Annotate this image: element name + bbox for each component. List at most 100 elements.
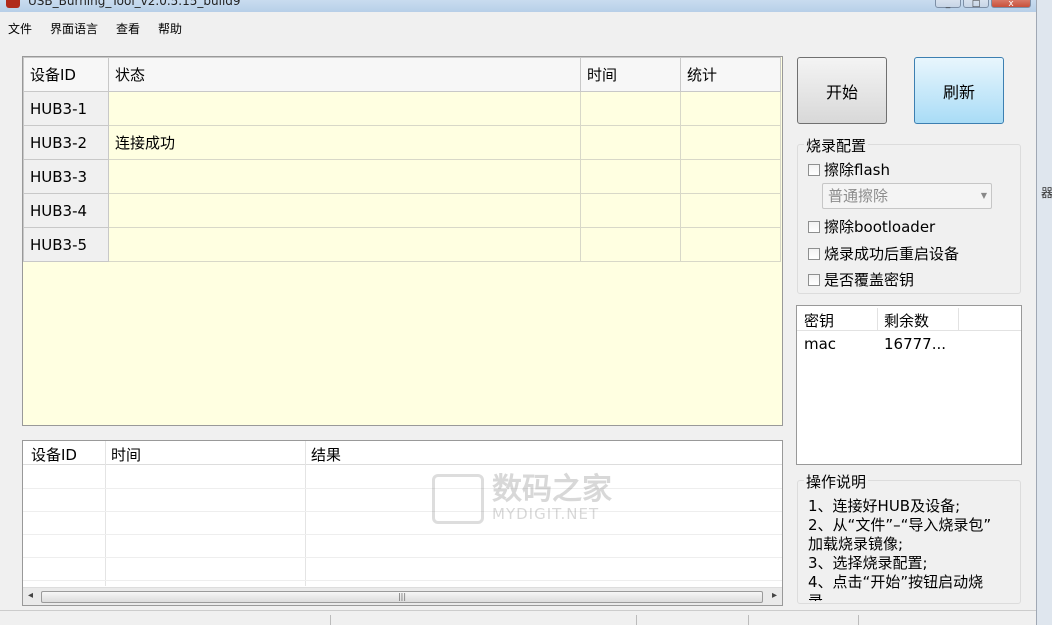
stats-cell bbox=[680, 193, 781, 228]
checkbox-icon bbox=[808, 220, 820, 233]
erase-mode-select[interactable]: 普通擦除 ▼ bbox=[822, 183, 992, 209]
horizontal-scrollbar[interactable]: ◂ ||| ▸ bbox=[23, 587, 782, 605]
stats-cell bbox=[680, 227, 781, 262]
row-divider bbox=[23, 534, 782, 535]
column-time[interactable]: 时间 bbox=[580, 57, 681, 92]
instruction-line: 录 bbox=[808, 592, 824, 601]
stats-cell bbox=[680, 125, 781, 160]
device-grid: 设备ID 状态 时间 统计 HUB3-1 HUB3-2 连接成功 HUB3-3 … bbox=[22, 56, 783, 426]
row-divider bbox=[23, 511, 782, 512]
row-divider bbox=[23, 557, 782, 558]
instruction-line: 2、从“文件”–“导入烧录包” bbox=[808, 516, 992, 534]
instructions-group: 操作说明 1、连接好HUB及设备; 2、从“文件”–“导入烧录包” 加载烧录镜像… bbox=[797, 471, 1021, 604]
column-device-id[interactable]: 设备ID bbox=[31, 444, 77, 465]
column-key[interactable]: 密钥 bbox=[804, 310, 834, 331]
row-divider bbox=[23, 580, 782, 581]
status-divider bbox=[858, 615, 859, 625]
scroll-right-icon[interactable]: ▸ bbox=[772, 590, 777, 601]
reboot-after-label: 烧录成功后重启设备 bbox=[824, 245, 960, 263]
device-id-cell: HUB3-5 bbox=[23, 227, 109, 262]
scroll-left-icon[interactable]: ◂ bbox=[28, 590, 33, 601]
status-cell bbox=[108, 193, 581, 228]
device-row[interactable]: HUB3-4 bbox=[23, 193, 781, 228]
device-row[interactable]: HUB3-1 bbox=[23, 91, 781, 126]
time-cell bbox=[580, 193, 681, 228]
app-icon bbox=[6, 0, 20, 8]
menu-help[interactable]: 帮助 bbox=[156, 18, 184, 39]
status-divider bbox=[636, 615, 637, 625]
column-divider bbox=[305, 441, 306, 586]
column-divider bbox=[877, 308, 878, 330]
refresh-button[interactable]: 刷新 bbox=[914, 57, 1004, 124]
column-divider bbox=[105, 441, 106, 586]
column-result[interactable]: 结果 bbox=[311, 444, 341, 465]
device-id-cell: HUB3-4 bbox=[23, 193, 109, 228]
stats-cell bbox=[680, 159, 781, 194]
result-log-header: 设备ID 时间 结果 bbox=[23, 441, 782, 465]
time-cell bbox=[580, 159, 681, 194]
status-cell bbox=[108, 159, 581, 194]
status-divider bbox=[748, 615, 749, 625]
checkbox-icon bbox=[808, 273, 820, 286]
scrollbar-thumb[interactable]: ||| bbox=[41, 591, 763, 603]
column-status[interactable]: 状态 bbox=[108, 57, 581, 92]
watermark-text: 数码之家 bbox=[492, 472, 612, 507]
background-window: 器 bbox=[1036, 0, 1052, 625]
key-remaining-cell: 16777... bbox=[884, 335, 947, 353]
instruction-line: 加载烧录镜像; bbox=[808, 535, 904, 553]
time-cell bbox=[580, 227, 681, 262]
instruction-line: 3、选择烧录配置; bbox=[808, 554, 928, 572]
device-row[interactable]: HUB3-2 连接成功 bbox=[23, 125, 781, 160]
watermark: 数码之家 MYDIGIT.NET bbox=[432, 474, 612, 524]
start-button[interactable]: 开始 bbox=[797, 57, 887, 124]
erase-flash-checkbox[interactable]: 擦除flash bbox=[808, 159, 890, 180]
instructions-title: 操作说明 bbox=[804, 471, 869, 492]
chevron-down-icon: ▼ bbox=[980, 191, 987, 200]
erase-bootloader-label: 擦除bootloader bbox=[824, 218, 936, 236]
instruction-line: 4、点击“开始”按钮启动烧 bbox=[808, 573, 984, 591]
device-id-cell: HUB3-2 bbox=[23, 125, 109, 160]
overwrite-key-checkbox[interactable]: 是否覆盖密钥 bbox=[808, 269, 914, 290]
burn-config-group: 烧录配置 擦除flash 普通擦除 ▼ 擦除bootloader 烧录成功后重启… bbox=[797, 135, 1021, 294]
watermark-logo-icon bbox=[432, 474, 484, 524]
time-cell bbox=[580, 91, 681, 126]
menu-file[interactable]: 文件 bbox=[6, 18, 34, 39]
close-button[interactable]: x bbox=[991, 0, 1031, 9]
maximize-button[interactable]: □ bbox=[963, 0, 989, 9]
watermark-url: MYDIGIT.NET bbox=[492, 505, 600, 523]
menu-language[interactable]: 界面语言 bbox=[48, 18, 100, 39]
column-divider bbox=[958, 308, 959, 330]
instruction-line: 1、连接好HUB及设备; bbox=[808, 497, 961, 515]
erase-bootloader-checkbox[interactable]: 擦除bootloader bbox=[808, 216, 935, 237]
overwrite-key-label: 是否覆盖密钥 bbox=[824, 271, 915, 289]
time-cell bbox=[580, 125, 681, 160]
key-list-header-divider bbox=[797, 330, 1021, 331]
column-time[interactable]: 时间 bbox=[111, 444, 141, 465]
menu-bar: 文件 界面语言 查看 帮助 bbox=[0, 16, 1036, 40]
device-grid-header: 设备ID 状态 时间 统计 bbox=[23, 57, 781, 92]
erase-flash-label: 擦除flash bbox=[824, 161, 890, 179]
row-divider bbox=[23, 488, 782, 489]
status-cell bbox=[108, 91, 581, 126]
status-cell bbox=[108, 227, 581, 262]
column-remaining[interactable]: 剩余数 bbox=[884, 310, 929, 331]
device-row[interactable]: HUB3-3 bbox=[23, 159, 781, 194]
device-id-cell: HUB3-3 bbox=[23, 159, 109, 194]
stats-cell bbox=[680, 91, 781, 126]
column-stats[interactable]: 统计 bbox=[680, 57, 781, 92]
result-log-grid: 设备ID 时间 结果 ◂ ||| ▸ bbox=[22, 440, 783, 606]
status-bar bbox=[0, 610, 1036, 625]
window-title: USB_Burning_Tool_v2.0.5.15_build9 bbox=[28, 0, 241, 8]
erase-mode-value: 普通擦除 bbox=[828, 187, 889, 205]
menu-view[interactable]: 查看 bbox=[114, 18, 142, 39]
key-list: 密钥 剩余数 mac 16777... bbox=[796, 305, 1022, 465]
reboot-after-checkbox[interactable]: 烧录成功后重启设备 bbox=[808, 243, 959, 264]
status-divider bbox=[330, 615, 331, 625]
instructions-text: 1、连接好HUB及设备; 2、从“文件”–“导入烧录包” 加载烧录镜像; 3、选… bbox=[808, 497, 991, 601]
device-id-cell: HUB3-1 bbox=[23, 91, 109, 126]
minimize-button[interactable]: _ bbox=[935, 0, 961, 9]
background-text: 器 bbox=[1041, 186, 1052, 200]
key-name-cell: mac bbox=[804, 335, 837, 353]
column-device-id[interactable]: 设备ID bbox=[23, 57, 109, 92]
device-row[interactable]: HUB3-5 bbox=[23, 227, 781, 262]
